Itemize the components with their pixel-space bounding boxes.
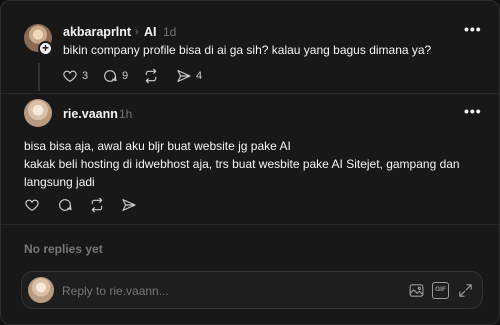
reply-comment-button[interactable] xyxy=(57,197,73,213)
reply-like-button[interactable] xyxy=(24,197,40,213)
reply-text-line: kakak beli hosting di idwebhost aja, trs… xyxy=(24,157,460,171)
post-more-icon[interactable]: ••• xyxy=(464,21,482,37)
post-time: 1d xyxy=(163,25,177,39)
repost-icon xyxy=(91,197,103,213)
post-topic-tag[interactable]: AI xyxy=(144,25,157,39)
post-author-username[interactable]: akbaraprlnt xyxy=(63,25,131,39)
reply-repost-button[interactable] xyxy=(89,197,105,213)
post-repost-button[interactable] xyxy=(143,68,159,84)
image-icon[interactable] xyxy=(408,282,425,299)
reply-share-button[interactable] xyxy=(121,197,137,213)
chevron-right-icon: › xyxy=(135,26,139,38)
post-share-count: 4 xyxy=(196,70,203,82)
thread-card: + akbaraprlnt › AI 1d ••• bikin company … xyxy=(0,0,500,325)
reply-text-line: langsung jadi xyxy=(24,175,95,189)
share-icon xyxy=(177,70,191,82)
follow-plus-icon[interactable]: + xyxy=(38,41,53,56)
comment-icon xyxy=(59,199,72,211)
expand-icon[interactable] xyxy=(457,282,474,299)
repost-icon xyxy=(145,68,157,84)
post-like-button[interactable]: 3 xyxy=(62,68,88,84)
reply-author-username[interactable]: rie.vaann xyxy=(63,107,118,121)
reply-author-avatar[interactable] xyxy=(24,99,52,127)
composer-avatar xyxy=(28,277,54,303)
reply-time: 1h xyxy=(119,107,133,121)
post-comment-button[interactable]: 9 xyxy=(102,68,128,84)
post-share-button[interactable]: 4 xyxy=(176,68,202,84)
heart-icon xyxy=(63,70,77,82)
divider xyxy=(1,224,499,225)
thread-line xyxy=(38,63,40,91)
post-comment-count: 9 xyxy=(122,70,129,82)
comment-icon xyxy=(104,70,117,82)
reply-text-line: bisa bisa aja, awal aku bljr buat websit… xyxy=(24,139,291,153)
gif-icon[interactable]: GIF xyxy=(432,282,449,299)
divider xyxy=(1,93,499,94)
post-like-count: 3 xyxy=(82,70,89,82)
post-text: bikin company profile bisa di ai ga sih?… xyxy=(63,43,432,57)
share-icon xyxy=(122,199,136,211)
heart-icon xyxy=(25,199,39,211)
reply-more-icon[interactable]: ••• xyxy=(464,103,482,119)
reply-composer: GIF xyxy=(21,271,483,309)
reply-text: bisa bisa aja, awal aku bljr buat websit… xyxy=(24,137,484,191)
no-replies-label: No replies yet xyxy=(24,242,103,256)
reply-input[interactable] xyxy=(62,282,342,300)
